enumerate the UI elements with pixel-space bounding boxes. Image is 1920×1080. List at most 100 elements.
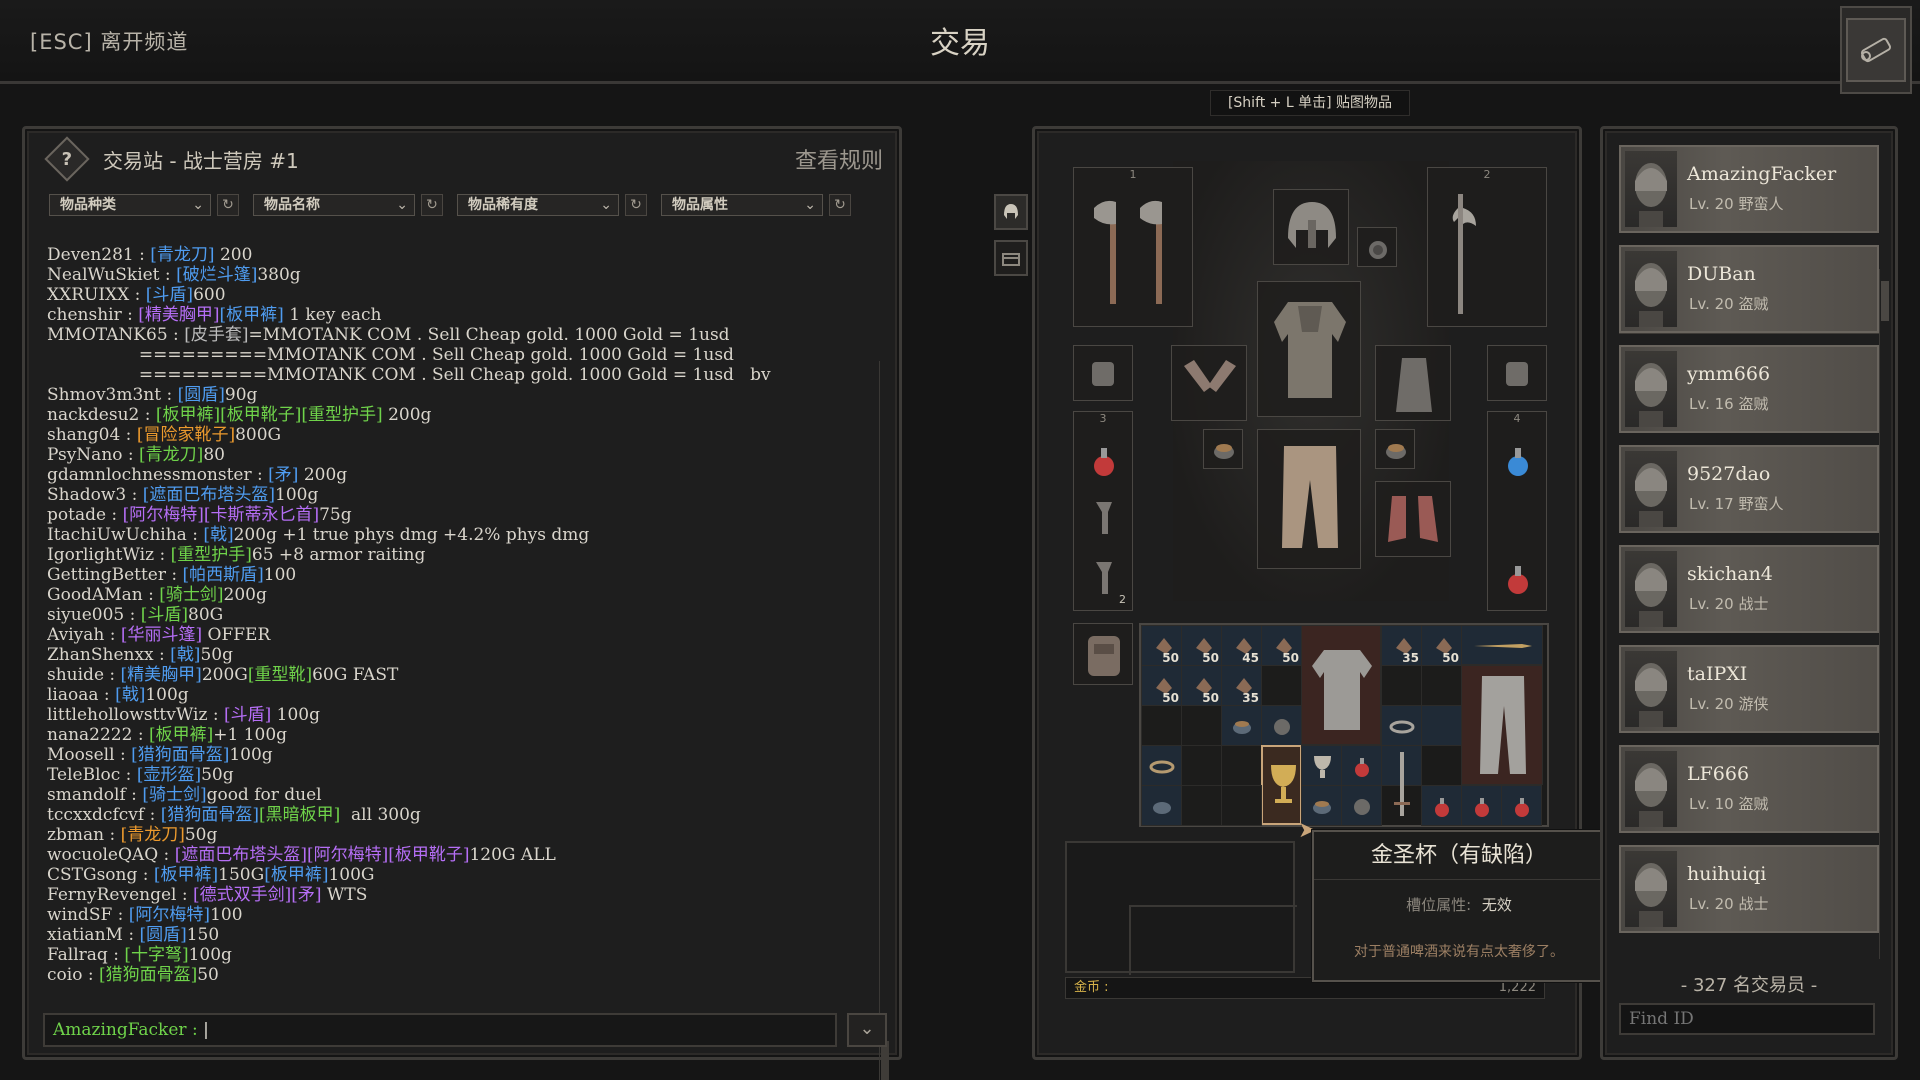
- weapon-slot-1[interactable]: 1: [1073, 167, 1193, 327]
- chat-line[interactable]: potade : [阿尔梅特][卡斯蒂永匕首]75g: [47, 505, 771, 525]
- inventory-cell[interactable]: 50: [1261, 625, 1302, 666]
- trader-card[interactable]: 9527dao Lv. 17 野蛮人: [1619, 445, 1879, 533]
- chest-slot[interactable]: [1257, 281, 1361, 417]
- item-link[interactable]: [猎狗面骨盔]: [99, 965, 197, 985]
- item-link[interactable]: [黑暗板甲]: [259, 805, 340, 825]
- item-link[interactable]: [板甲裤]: [264, 865, 328, 885]
- chat-line[interactable]: xiatianM : [圆盾]150: [47, 925, 771, 945]
- inventory-cell[interactable]: 45: [1221, 625, 1262, 666]
- inventory-cell[interactable]: [1381, 705, 1422, 746]
- chat-line[interactable]: littlehollowsttvWiz : [斗盾] 100g: [47, 705, 771, 725]
- chat-line[interactable]: FernyRevengel : [德式双手剑][矛] WTS: [47, 885, 771, 905]
- item-link[interactable]: [德式双手剑][矛]: [193, 885, 322, 905]
- chat-line[interactable]: ZhanShenxx : [戟]50g: [47, 645, 771, 665]
- item-link[interactable]: [重型靴]: [248, 665, 312, 685]
- chat-line[interactable]: PsyNano : [青龙刀]80: [47, 445, 771, 465]
- chat-line[interactable]: windSF : [阿尔梅特]100: [47, 905, 771, 925]
- inventory-cell[interactable]: 35: [1381, 625, 1422, 666]
- weapon-slot-2[interactable]: 2: [1427, 167, 1547, 327]
- inventory-cell[interactable]: [1261, 665, 1302, 706]
- item-link[interactable]: [青龙刀]: [121, 825, 185, 845]
- item-link[interactable]: [十字弩]: [124, 945, 188, 965]
- chat-line[interactable]: Aviyah : [华丽斗篷] OFFER: [47, 625, 771, 645]
- chat-line[interactable]: shang04 : [冒险家靴子]800G: [47, 425, 771, 445]
- chat-line[interactable]: =========MMOTANK COM . Sell Cheap gold. …: [47, 345, 771, 365]
- chat-line[interactable]: NealWuSkiet : [破烂斗篷]380g: [47, 265, 771, 285]
- chat-line[interactable]: MMOTANK65 : [皮手套]=MMOTANK COM . Sell Che…: [47, 325, 771, 345]
- item-link[interactable]: [板甲裤]: [154, 865, 218, 885]
- chat-line[interactable]: XXRUIXX : [斗盾]600: [47, 285, 771, 305]
- inventory-cell[interactable]: 50: [1141, 625, 1182, 666]
- chat-line[interactable]: Fallraq : [十字弩]100g: [47, 945, 771, 965]
- item-link[interactable]: [戟]: [203, 525, 233, 545]
- inventory-cell[interactable]: [1501, 785, 1542, 826]
- trader-scrollbar[interactable]: [1879, 269, 1889, 959]
- item-link[interactable]: [戟]: [115, 685, 145, 705]
- menu-button[interactable]: [1840, 6, 1912, 94]
- chat-expand-button[interactable]: ⌄: [847, 1013, 887, 1047]
- chat-log[interactable]: Deven281 : [青龙刀] 200 NealWuSkiet : [破烂斗篷]…: [47, 245, 877, 1080]
- inventory-cell[interactable]: [1421, 705, 1462, 746]
- item-link[interactable]: [斗盾]: [224, 705, 271, 725]
- inventory-cell[interactable]: [1181, 705, 1222, 746]
- item-link[interactable]: [冒险家靴子]: [137, 425, 235, 445]
- item-link[interactable]: [重型护手]: [171, 545, 252, 565]
- tab-character-equipment[interactable]: [994, 194, 1028, 230]
- item-link[interactable]: [破烂斗篷]: [176, 265, 257, 285]
- inventory-cell[interactable]: 50: [1181, 665, 1222, 706]
- item-link[interactable]: [精美胸甲]: [121, 665, 202, 685]
- chat-line[interactable]: smandolf : [骑士剑]good for duel: [47, 785, 771, 805]
- item-link[interactable]: [壶形盔]: [137, 765, 201, 785]
- inventory-cell[interactable]: [1141, 745, 1182, 786]
- inventory-cell[interactable]: [1221, 745, 1262, 786]
- inventory-cell[interactable]: [1341, 785, 1382, 826]
- chat-line[interactable]: =========MMOTANK COM . Sell Cheap gold. …: [47, 365, 771, 385]
- chat-line[interactable]: ItachiUwUchiha : [戟]200g +1 true phys dm…: [47, 525, 771, 545]
- item-link[interactable]: [圆盾]: [178, 385, 225, 405]
- stash-area[interactable]: [1065, 841, 1297, 975]
- chat-line[interactable]: chenshir : [精美胸甲][板甲裤] 1 key each: [47, 305, 771, 325]
- inventory-cell[interactable]: [1181, 745, 1222, 786]
- help-icon[interactable]: ?: [44, 136, 90, 182]
- refresh-icon[interactable]: ↻: [829, 194, 851, 216]
- inventory-dagger-item[interactable]: [1461, 625, 1543, 665]
- chat-line[interactable]: tccxxdcfcvf : [猎狗面骨盔][黑暗板甲] all 300g: [47, 805, 771, 825]
- ring-slot-right[interactable]: [1375, 429, 1415, 469]
- trader-card[interactable]: huihuiqi Lv. 20 战士: [1619, 845, 1879, 933]
- chat-line[interactable]: Moosell : [猎狗面骨盔]100g: [47, 745, 771, 765]
- item-link[interactable]: [青龙刀]: [139, 445, 203, 465]
- inventory-cell[interactable]: [1141, 705, 1182, 746]
- head-slot[interactable]: [1273, 189, 1349, 265]
- item-link[interactable]: [板甲裤]: [149, 725, 213, 745]
- find-id-input[interactable]: [1619, 1003, 1875, 1035]
- refresh-icon[interactable]: ↻: [625, 194, 647, 216]
- inventory-golden-chalice[interactable]: [1261, 745, 1302, 825]
- item-link[interactable]: [遮面巴布塔头盔][阿尔梅特][板甲靴子]: [175, 845, 470, 865]
- chat-line[interactable]: siyue005 : [斗盾]80G: [47, 605, 771, 625]
- feet-slot[interactable]: [1375, 481, 1451, 557]
- back-slot[interactable]: [1375, 345, 1451, 421]
- inventory-cell[interactable]: 50: [1181, 625, 1222, 666]
- item-link[interactable]: [阿尔梅特]: [129, 905, 210, 925]
- utility-slot-right[interactable]: [1487, 345, 1547, 401]
- chat-line[interactable]: IgorlightWiz : [重型护手]65 +8 armor raiting: [47, 545, 771, 565]
- chat-line[interactable]: coio : [猎狗面骨盔]50: [47, 965, 771, 985]
- backpack-slot[interactable]: [1073, 623, 1133, 685]
- item-link[interactable]: [骑士剑]: [159, 585, 223, 605]
- item-link[interactable]: [帕西斯盾]: [183, 565, 264, 585]
- inventory-cell[interactable]: 35: [1221, 665, 1262, 706]
- item-link[interactable]: [板甲裤][板甲靴子][重型护手]: [156, 405, 383, 425]
- item-link[interactable]: [板甲裤]: [220, 305, 284, 325]
- ring-slot-left[interactable]: [1203, 429, 1243, 469]
- inventory-cell[interactable]: [1221, 785, 1262, 826]
- inventory-cell[interactable]: [1381, 665, 1422, 706]
- inventory-cell[interactable]: [1221, 705, 1262, 746]
- item-link[interactable]: [斗盾]: [146, 285, 193, 305]
- item-attribute-dropdown[interactable]: 物品属性 ⌄: [661, 194, 823, 216]
- item-link[interactable]: [斗盾]: [141, 605, 188, 625]
- item-link[interactable]: [戟]: [170, 645, 200, 665]
- chat-line[interactable]: Shmov3m3nt : [圆盾]90g: [47, 385, 771, 405]
- chat-line[interactable]: shuide : [精美胸甲]200G[重型靴]60G FAST: [47, 665, 771, 685]
- tab-stash[interactable]: [994, 240, 1028, 276]
- item-link[interactable]: [遮面巴布塔头盔]: [143, 485, 275, 505]
